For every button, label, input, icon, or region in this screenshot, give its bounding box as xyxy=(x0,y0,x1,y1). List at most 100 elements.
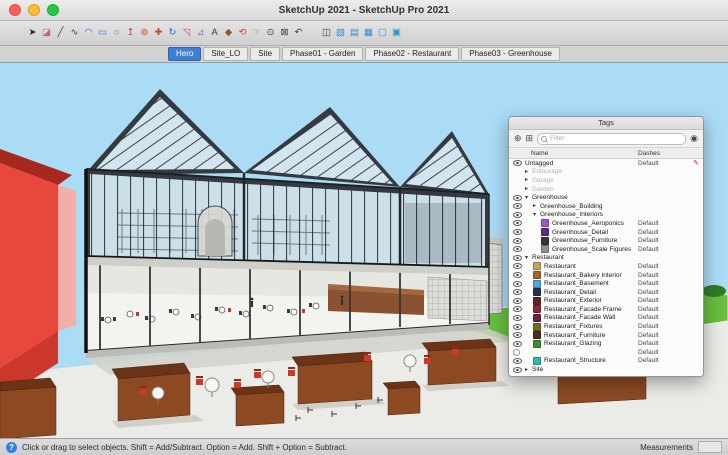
tag-row[interactable]: Restaurant_Basement Default xyxy=(509,279,703,288)
name-column-header[interactable]: Name xyxy=(531,150,548,157)
visibility-eye-icon[interactable] xyxy=(513,366,525,373)
tag-color-swatch[interactable] xyxy=(533,331,541,340)
tag-row[interactable]: ▸ Greenhouse_Building xyxy=(509,202,703,211)
tag-color-swatch[interactable] xyxy=(533,322,541,331)
tag-color-swatch[interactable] xyxy=(541,245,549,254)
tag-dashes[interactable]: Default xyxy=(638,323,659,330)
tags-panel-title[interactable]: Tags xyxy=(509,117,703,130)
tag-row[interactable]: Restaurant_Glazing Default xyxy=(509,339,703,348)
tag-row[interactable]: Restaurant_Fixtures Default xyxy=(509,322,703,331)
tag-row[interactable]: Restaurant_Bakery Interior Default xyxy=(509,271,703,280)
tag-row[interactable]: Restaurant_Facade Wall Default xyxy=(509,313,703,323)
tag-dashes[interactable]: Default xyxy=(638,332,659,339)
tag-row[interactable]: ▸ Site xyxy=(509,365,703,374)
tag-dashes[interactable]: Default xyxy=(638,289,659,296)
tape-measure-tool[interactable]: ⊿ xyxy=(194,25,207,41)
tag-row[interactable]: ▸ Garden xyxy=(509,185,703,194)
visibility-eye-icon[interactable] xyxy=(513,229,525,236)
expander-closed-icon[interactable]: ▸ xyxy=(525,186,532,192)
pan-tool[interactable]: ☞ xyxy=(250,25,263,41)
tag-row[interactable]: Restaurant_Facade Frame Default xyxy=(509,305,703,314)
visibility-eye-icon[interactable] xyxy=(513,254,525,261)
close-button[interactable] xyxy=(9,4,21,16)
zoom-extents-tool[interactable]: ⊠ xyxy=(278,25,291,41)
select-tool[interactable]: ➤ xyxy=(26,25,39,41)
expander-open-icon[interactable]: ▾ xyxy=(533,212,540,218)
visibility-eye-icon[interactable] xyxy=(513,289,525,296)
tag-color-swatch[interactable] xyxy=(533,279,541,288)
visibility-eye-icon[interactable] xyxy=(513,357,525,364)
scale-tool[interactable]: ◹ xyxy=(180,25,193,41)
expander-open-icon[interactable]: ▾ xyxy=(525,195,532,201)
orbit-tool[interactable]: ⟲ xyxy=(236,25,249,41)
x-ray-style-tool[interactable]: ▧ xyxy=(334,25,347,41)
scene-tab-phase02-restaurant[interactable]: Phase02 - Restaurant xyxy=(365,47,460,61)
expander-open-icon[interactable]: ▾ xyxy=(525,255,532,261)
tag-dashes[interactable]: Default xyxy=(638,272,659,279)
tag-row[interactable]: Untagged Default ✎ xyxy=(509,159,703,168)
offset-tool[interactable]: ⊚ xyxy=(138,25,151,41)
tag-row[interactable]: Greenhouse_Aeroponics Default xyxy=(509,219,703,228)
tag-row[interactable]: Restaurant_Furniture Default xyxy=(509,331,703,340)
add-tag-folder-icon[interactable]: ⊞ xyxy=(526,134,534,143)
freehand-tool[interactable]: ∿ xyxy=(68,25,81,41)
tag-dashes[interactable]: Default xyxy=(638,357,659,364)
text-tool[interactable]: A xyxy=(208,25,221,41)
tag-dashes[interactable]: Default xyxy=(638,229,659,236)
rectangle-tool[interactable]: ▭ xyxy=(96,25,109,41)
tag-color-swatch[interactable] xyxy=(533,262,541,271)
measurements-input[interactable] xyxy=(698,441,722,453)
tag-color-swatch[interactable] xyxy=(541,236,549,245)
visibility-eye-icon[interactable] xyxy=(513,340,525,347)
tag-color-swatch[interactable] xyxy=(533,288,541,297)
move-tool[interactable]: ✚ xyxy=(152,25,165,41)
visibility-eye-icon[interactable] xyxy=(513,160,525,167)
shaded-style-tool[interactable]: ▣ xyxy=(390,25,403,41)
arc-tool[interactable]: ◠ xyxy=(82,25,95,41)
tag-dashes[interactable]: Default xyxy=(638,220,659,227)
tag-row[interactable]: Restaurant_Exterior Default xyxy=(509,296,703,306)
viewport-canvas[interactable]: Tags ⊕ ⊞ Filter ◉ Name Dashes Untagged De… xyxy=(0,63,728,438)
visibility-eye-icon[interactable] xyxy=(513,272,525,279)
visibility-eye-icon[interactable] xyxy=(513,263,525,270)
tag-dashes[interactable]: Default xyxy=(638,349,659,356)
tag-dashes[interactable]: Default xyxy=(638,297,659,304)
expander-closed-icon[interactable]: ▸ xyxy=(525,177,532,183)
tag-row[interactable]: Greenhouse_Detail Default xyxy=(509,228,703,237)
tag-row[interactable]: ▾ Restaurant xyxy=(509,254,703,263)
visibility-eye-icon[interactable] xyxy=(513,194,525,201)
tag-color-swatch[interactable] xyxy=(533,313,541,322)
tag-row[interactable]: ▾ Greenhouse_Interiors xyxy=(509,211,703,220)
tag-row[interactable]: ▾ Greenhouse xyxy=(509,193,703,202)
visibility-eye-icon[interactable] xyxy=(513,306,525,313)
paint-bucket-tool[interactable]: ◆ xyxy=(222,25,235,41)
push-pull-tool[interactable]: ↥ xyxy=(124,25,137,41)
visibility-eye-icon[interactable] xyxy=(513,280,525,287)
minimize-button[interactable] xyxy=(28,4,40,16)
tag-row[interactable]: Default xyxy=(509,348,703,357)
hidden-line-style-tool[interactable]: ▢ xyxy=(376,25,389,41)
visibility-eye-icon[interactable] xyxy=(513,323,525,330)
expander-closed-icon[interactable]: ▸ xyxy=(533,203,540,209)
tag-row[interactable]: Restaurant_Detail Default xyxy=(509,288,703,297)
scene-tab-phase03-greenhouse[interactable]: Phase03 - Greenhouse xyxy=(461,47,560,61)
rotate-tool[interactable]: ↻ xyxy=(166,25,179,41)
tag-row[interactable]: ▸ Entourage xyxy=(509,168,703,177)
visibility-eye-icon[interactable] xyxy=(513,220,525,227)
tag-row[interactable]: Restaurant_Structure Default xyxy=(509,356,703,366)
visibility-eye-icon[interactable] xyxy=(513,314,525,321)
tag-row[interactable]: ▸ Garage xyxy=(509,176,703,185)
details-icon[interactable]: ◉ xyxy=(690,134,698,143)
scene-tab-hero[interactable]: Hero xyxy=(168,47,202,61)
tag-dashes[interactable]: Default xyxy=(638,306,659,313)
tag-dashes[interactable]: Default xyxy=(638,314,659,321)
eraser-tool[interactable]: ◪ xyxy=(40,25,53,41)
tag-color-swatch[interactable] xyxy=(541,219,549,228)
expander-closed-icon[interactable]: ▸ xyxy=(525,169,532,175)
tag-row[interactable]: Greenhouse_Scale Figures Default xyxy=(509,245,703,254)
tag-color-swatch[interactable] xyxy=(533,305,541,314)
tag-dashes[interactable]: Default xyxy=(638,263,659,270)
tag-row[interactable]: Greenhouse_Furniture Default xyxy=(509,236,703,245)
previous-view-tool[interactable]: ↶ xyxy=(292,25,305,41)
visibility-eye-icon[interactable] xyxy=(513,297,525,304)
